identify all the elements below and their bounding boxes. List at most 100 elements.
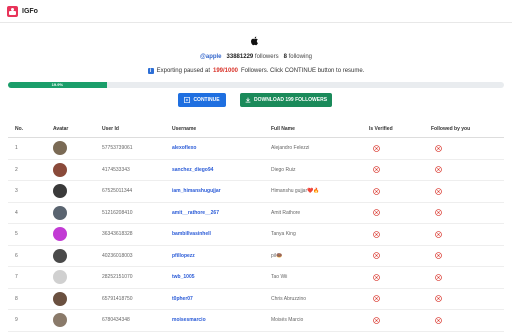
avatar[interactable] [53,248,67,263]
export-progress-bar: 19.9% [8,82,504,88]
not-verified-icon [373,187,380,195]
notice-suffix: Followers. Click CONTINUE button to resu… [241,68,365,74]
not-followed-icon [435,187,442,195]
column-header-username: Username [172,121,271,138]
username-link[interactable]: sanchez_diego94 [172,159,271,181]
column-header-full-name: Full Name [271,121,369,138]
user-id: 40236018003 [102,245,172,267]
full-name: Tanya King [271,223,369,246]
username-link[interactable]: amit__rathore__267 [172,202,271,224]
notice-prefix: Exporting paused at [156,68,210,74]
row-number: 8 [8,288,53,310]
full-name: Chris Abruzzino [271,288,369,310]
avatar[interactable] [53,291,67,306]
export-status-notice: i Exporting paused at 199/1000 Followers… [0,68,512,74]
not-followed-icon [435,252,442,260]
info-icon: i [147,68,154,74]
download-button-label: DOWNLOAD 199 FOLLOWERS [253,97,328,103]
user-id: 36343618328 [102,223,172,246]
not-followed-icon [435,166,442,174]
row-number: 6 [8,245,53,267]
not-verified-icon [373,230,380,238]
column-header-is-verified: Is Verified [369,121,431,138]
not-followed-icon [435,230,442,238]
followers-label: followers [254,54,279,60]
avatar[interactable] [53,141,67,156]
not-verified-icon [373,166,380,174]
column-header-avatar: Avatar [53,121,102,138]
row-number: 3 [8,180,53,203]
table-row: 7 28252151070 twb_1005 Tao Wii [8,266,504,289]
not-followed-icon [435,273,442,281]
table-row: 2 4174533343 sanchez_diego94 Diego Ruiz [8,159,504,181]
user-id: 67525011344 [102,180,172,203]
followers-table: No. Avatar User Id Username Full Name Is… [8,121,504,332]
full-name: Alejandro Felezzi [271,137,369,160]
table-row: 9 6780434348 moisesmarcio Moisés Marcio [8,309,504,332]
row-number: 7 [8,266,53,289]
username-link[interactable]: twb_1005 [172,266,271,289]
column-header-user-id: User Id [102,121,172,138]
following-count: 8 [283,54,287,60]
play-icon [184,97,191,103]
user-id: 28252151070 [102,266,172,289]
not-followed-icon [435,295,442,303]
avatar[interactable] [53,313,67,328]
profile-summary: @apple 33881229 followers 8 following [0,54,512,60]
table-row: 3 67525011344 iam_himanshugujjar Himanshu g… [8,180,504,203]
following-label: following [288,54,312,60]
not-verified-icon [373,273,380,281]
row-number: 9 [8,309,53,332]
avatar[interactable] [53,270,67,285]
continue-button[interactable]: CONTINUE [178,93,226,107]
app-title: IGFo [22,7,38,15]
user-id: 4174533343 [102,159,172,181]
profile-username[interactable]: @apple [200,54,222,60]
user-id: 57753739061 [102,137,172,160]
column-header-followed-by-you: Followed by you [431,121,504,138]
full-name: Himanshu gujjar❤️🔥 [271,180,369,203]
not-verified-icon [373,295,380,303]
username-link[interactable]: iam_himanshugujjar [172,180,271,203]
app-header: IGFo [0,0,512,23]
user-id: 65791418750 [102,288,172,310]
row-number: 4 [8,202,53,224]
progress-fill: 19.9% [8,82,107,88]
avatar[interactable] [53,162,67,177]
followers-count: 33881229 [226,54,254,60]
apple-logo-icon [251,36,258,46]
table-row: 8 65791418750 t0pher07 Chris Abruzzino [8,288,504,310]
username-link[interactable]: moisesmarcio [172,309,271,332]
user-id: 51216208410 [102,202,172,224]
row-number: 5 [8,223,53,246]
table-row: 4 51216208410 amit__rathore__267 Amit Ratho… [8,202,504,224]
full-name: Diego Ruiz [271,159,369,181]
export-progress-count: 199/1000 [212,68,239,74]
full-name: Moisés Marcio [271,309,369,332]
username-link[interactable]: pfillopezz [172,245,271,267]
download-followers-button[interactable]: DOWNLOAD 199 FOLLOWERS [240,93,332,107]
not-verified-icon [373,144,380,152]
column-header-no: No. [8,121,53,138]
username-link[interactable]: t0pher07 [172,288,271,310]
username-link[interactable]: alexoflexo [172,137,271,160]
not-verified-icon [373,316,380,324]
full-name: pil🍩 [271,245,369,267]
username-link[interactable]: bambillvasinhell [172,223,271,246]
table-header-row: No. Avatar User Id Username Full Name Is… [8,121,504,138]
avatar[interactable] [53,205,67,220]
full-name: Tao Wii [271,266,369,289]
not-verified-icon [373,252,380,260]
app-logo-icon [7,5,18,17]
not-followed-icon [435,144,442,152]
table-row: 1 57753739061 alexoflexo Alejandro Felezzi [8,137,504,160]
row-number: 2 [8,159,53,181]
download-icon [245,97,251,103]
avatar[interactable] [53,227,67,242]
not-verified-icon [373,209,380,217]
continue-button-label: CONTINUE [193,97,220,103]
not-followed-icon [435,209,442,217]
user-id: 6780434348 [102,309,172,332]
not-followed-icon [435,316,442,324]
avatar[interactable] [53,184,67,199]
